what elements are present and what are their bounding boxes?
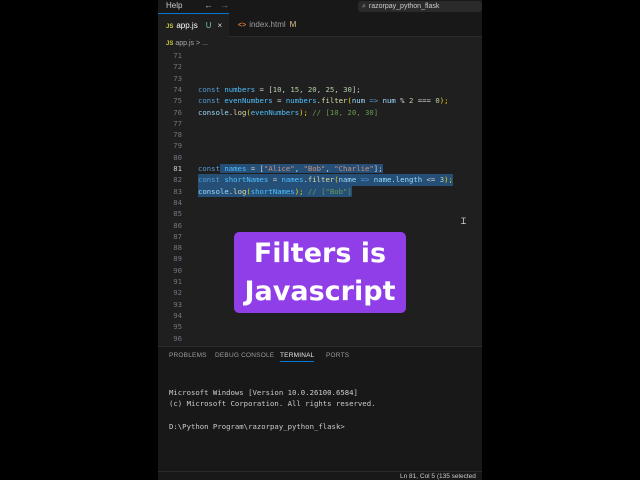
search-text: razorpay_python_flask <box>368 3 440 10</box>
tab-debug-console[interactable]: DEBUG CONSOLE <box>215 352 274 359</box>
code-line: 96 <box>158 333 482 344</box>
breadcrumb: JS app.js >... <box>158 37 482 50</box>
tab-index-html[interactable]: <> index.html M <box>230 13 330 37</box>
breadcrumb-more[interactable]: ... <box>202 40 208 47</box>
code-line: 81 const names = ["Alice", "Bob", "Charli… <box>158 163 482 174</box>
code-line: 86 <box>158 220 482 231</box>
code-line: 85 <box>158 208 482 219</box>
line-number: 74 <box>173 84 182 94</box>
code-line: 78 <box>158 129 482 140</box>
panel-tabs: PROBLEMS DEBUG CONSOLE TERMINAL PORTS <box>158 347 482 365</box>
line-number: 71 <box>173 51 182 60</box>
terminal-output[interactable]: Microsoft Windows [Version 10.0.26100.65… <box>169 387 375 432</box>
vscode-window: Help ← → ⌕ razorpay_python_flask JS app.js… <box>158 0 482 480</box>
line-number: 82 <box>173 175 182 185</box>
code-line: 83 console.log(shortNames); // ["Bob"] <box>158 185 482 197</box>
line-number: 80 <box>173 152 182 162</box>
line-number: 90 <box>173 265 182 275</box>
code-editor[interactable]: 71 72 73 74 const numbers = [10, 15, 20, … <box>158 50 482 346</box>
tab-app-js[interactable]: JS app.js U × <box>158 13 229 37</box>
code-text: console.log(evenNumbers); // [10, 20, 30… <box>198 107 379 117</box>
code-line: 71 <box>158 50 482 61</box>
line-number: 84 <box>173 197 182 207</box>
tab-ports[interactable]: PORTS <box>326 352 349 359</box>
line-number: 75 <box>173 96 182 106</box>
line-number: 92 <box>173 288 182 298</box>
status-bar: Ln 81, Col 5 (135 selected <box>158 471 482 480</box>
line-number: 81 <box>173 164 182 173</box>
code-line: 80 <box>158 152 482 163</box>
line-number: 89 <box>173 254 182 264</box>
code-text: console.log(shortNames); // ["Bob"] <box>198 185 352 197</box>
tab-terminal[interactable]: TERMINAL <box>280 352 315 362</box>
caption-line-2: Javascript <box>244 276 396 307</box>
menu-help[interactable]: Help <box>166 1 182 10</box>
terminal-line: (c) Microsoft Corporation. All rights re… <box>169 399 376 409</box>
line-number: 96 <box>173 333 182 343</box>
line-number: 72 <box>173 62 182 72</box>
command-center-search[interactable]: ⌕ razorpay_python_flask <box>358 1 482 12</box>
code-text: const evenNumbers = numbers.filter(num =… <box>198 96 449 106</box>
tab-label: index.html <box>249 20 286 29</box>
back-arrow-icon[interactable]: ← <box>204 0 213 10</box>
line-number: 79 <box>173 141 182 151</box>
tab-label: app.js <box>176 21 198 30</box>
breadcrumb-separator: > <box>196 40 201 47</box>
bottom-panel: PROBLEMS DEBUG CONSOLE TERMINAL PORTS Mi… <box>158 346 482 471</box>
line-number: 94 <box>173 310 182 320</box>
code-line: 84 <box>158 197 482 208</box>
line-number: 95 <box>173 322 182 332</box>
line-number: 73 <box>173 73 182 83</box>
breadcrumb-file[interactable]: app.js <box>175 40 194 47</box>
code-line: 82 const shortNames = names.filter(name =… <box>158 174 482 186</box>
code-line: 73 <box>158 73 482 84</box>
line-number: 86 <box>173 220 182 230</box>
untracked-badge: U <box>205 21 212 30</box>
line-number: 85 <box>173 209 182 219</box>
code-text: const names = ["Alice", "Bob", "Charlie"… <box>198 164 383 173</box>
code-line: 95 <box>158 321 482 332</box>
code-line: 79 <box>158 140 482 151</box>
line-number: 91 <box>173 277 182 286</box>
title-bar: Help ← → ⌕ razorpay_python_flask <box>158 0 482 13</box>
close-icon[interactable]: × <box>217 21 222 30</box>
video-caption-overlay: Filters is Javascript <box>234 232 406 313</box>
cursor-position[interactable]: Ln 81, Col 5 (135 selected <box>400 472 476 480</box>
terminal-line: Microsoft Windows [Version 10.0.26100.65… <box>169 388 358 397</box>
line-number: 83 <box>173 186 182 196</box>
code-line: 77 <box>158 118 482 129</box>
code-line: 74 const numbers = [10, 15, 20, 25, 30]; <box>158 84 482 95</box>
modified-badge: M <box>289 20 297 29</box>
javascript-file-icon: JS <box>166 41 174 47</box>
line-number: 93 <box>173 299 182 309</box>
line-number: 88 <box>173 243 182 253</box>
caption-line-1: Filters is <box>253 238 387 269</box>
editor-tab-bar: JS app.js U × <> index.html M <box>158 13 482 37</box>
code-line: 76 console.log(evenNumbers); // [10, 20, … <box>158 107 482 118</box>
code-text: const numbers = [10, 15, 20, 25, 30]; <box>198 84 361 94</box>
tab-problems[interactable]: PROBLEMS <box>169 352 207 359</box>
line-number: 77 <box>173 118 182 128</box>
html-file-icon: <> <box>238 22 247 29</box>
javascript-file-icon: JS <box>166 24 174 30</box>
code-line: 75 const evenNumbers = numbers.filter(num… <box>158 95 482 106</box>
line-number: 78 <box>173 130 182 140</box>
terminal-prompt: D:\Python Program\razorpay_python_flask> <box>169 421 345 431</box>
line-number: 76 <box>173 107 182 117</box>
search-icon: ⌕ <box>362 3 366 10</box>
code-line: 72 <box>158 61 482 72</box>
line-number: 87 <box>173 231 182 241</box>
code-text: const shortNames = names.filter(name => … <box>198 174 453 186</box>
forward-arrow-icon[interactable]: → <box>220 0 229 10</box>
text-cursor-icon: Ɪ <box>461 217 467 227</box>
